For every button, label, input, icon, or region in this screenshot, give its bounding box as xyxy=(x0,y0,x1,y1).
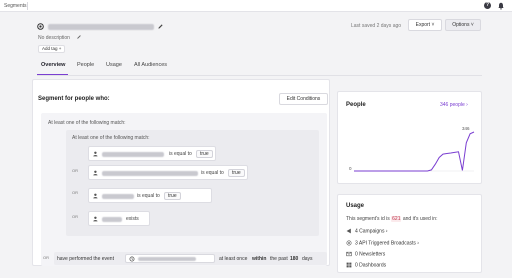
rule-value: true xyxy=(228,169,245,177)
segment-icon xyxy=(37,23,44,30)
tab-overview[interactable]: Overview xyxy=(41,62,65,68)
segment-id-suffix: and it's used in: xyxy=(402,216,438,222)
or-label: OR xyxy=(72,190,78,195)
usage-item-label: 0 Dashboards xyxy=(355,262,387,269)
condition-rule[interactable]: is equal to true xyxy=(88,188,212,203)
chart-end-label: 346 xyxy=(462,126,470,131)
chart-start-label: 0 xyxy=(349,166,352,171)
or-label: OR xyxy=(43,255,49,260)
usage-card: Usage This segment's id is 621 and it's … xyxy=(337,194,482,273)
rule-operator: is equal to xyxy=(137,193,160,199)
usage-broadcasts-link[interactable]: 3 API Triggered Broadcasts › xyxy=(346,240,419,246)
usage-title: Usage xyxy=(346,203,365,209)
people-line-chart: 0 346 xyxy=(349,126,475,172)
rule-value: true xyxy=(196,150,213,158)
segment-id-text: This segment's id is 621 and it's used i… xyxy=(346,216,437,222)
person-attribute-icon xyxy=(93,216,99,222)
tab-all-audiences[interactable]: All Audiences xyxy=(134,62,167,68)
broadcast-icon xyxy=(346,240,352,246)
event-name-field xyxy=(125,254,215,263)
event-frequency: at least once xyxy=(219,256,248,262)
tabs-divider xyxy=(37,75,482,76)
segment-description: No description xyxy=(38,35,70,41)
description-pencil-icon[interactable] xyxy=(76,34,82,40)
options-button[interactable]: Options ˅ xyxy=(445,19,481,31)
tab-usage[interactable]: Usage xyxy=(106,62,122,68)
add-tag-button[interactable]: Add tag + xyxy=(38,45,66,53)
person-attribute-icon xyxy=(93,151,99,157)
people-card: People 346 people › 0 346 xyxy=(337,91,482,184)
event-prefix: have performed the event xyxy=(57,256,114,262)
newsletter-icon xyxy=(346,251,352,257)
active-tab-indicator xyxy=(37,74,68,75)
segment-id-prefix: This segment's id is xyxy=(346,216,390,222)
usage-item-label: 3 API Triggered Broadcasts xyxy=(355,240,416,247)
bell-icon[interactable] xyxy=(497,2,505,10)
help-icon[interactable]: ? xyxy=(484,2,492,10)
usage-item-label: 0 Newsletters xyxy=(355,251,386,258)
attribute-name-redacted xyxy=(102,171,198,176)
usage-dashboards: 0 Dashboards xyxy=(346,262,386,268)
event-days-unit: days xyxy=(302,256,313,262)
usage-item-label: 4 Campaigns xyxy=(355,228,385,235)
segment-heading: Segment for people who: xyxy=(38,96,110,102)
condition-rule[interactable]: is equal to true xyxy=(88,165,248,180)
breadcrumb[interactable]: Segments xyxy=(4,3,27,9)
chevron-right-icon: › xyxy=(417,240,419,247)
export-button[interactable]: Export ˅ xyxy=(408,19,442,31)
condition-rule[interactable]: exists xyxy=(88,211,150,226)
last-saved-text: Last saved 2 days ago xyxy=(351,23,402,29)
segment-page: No description Add tag + Last saved 2 da… xyxy=(0,12,512,278)
event-icon xyxy=(129,256,135,264)
segment-name-redacted xyxy=(48,24,154,30)
campaign-icon xyxy=(346,228,352,234)
outer-match-label: At least one of the following match: xyxy=(48,120,126,126)
breadcrumb-divider xyxy=(27,2,28,10)
event-name-redacted xyxy=(138,257,196,261)
or-label: OR xyxy=(72,168,78,173)
usage-newsletters: 0 Newsletters xyxy=(346,251,385,257)
event-within: within xyxy=(252,256,267,262)
chart-series-line xyxy=(354,131,475,172)
event-the-past: the past xyxy=(270,256,288,262)
usage-campaigns-link[interactable]: 4 Campaigns › xyxy=(346,228,388,234)
segment-conditions-card: Segment for people who: Edit Conditions … xyxy=(32,79,330,266)
or-label: OR xyxy=(72,214,78,219)
event-days-value: 180 xyxy=(290,256,299,262)
outer-condition-group: At least one of the following match: At … xyxy=(41,113,327,266)
dashboard-icon xyxy=(346,262,352,268)
pencil-icon[interactable] xyxy=(157,23,164,30)
tab-people[interactable]: People xyxy=(77,62,94,68)
chevron-right-icon: › xyxy=(385,228,388,235)
inner-match-label: At least one of the following match: xyxy=(72,135,150,141)
attribute-name-redacted xyxy=(102,152,164,157)
person-attribute-icon xyxy=(93,170,99,176)
inner-condition-group: At least one of the following match: is … xyxy=(66,130,319,236)
rule-operator: exists xyxy=(126,216,139,222)
edit-conditions-button[interactable]: Edit Conditions xyxy=(279,93,328,105)
rule-operator: is equal to xyxy=(169,151,192,157)
attribute-name-redacted xyxy=(102,217,122,222)
rule-operator: is equal to xyxy=(201,170,224,176)
rule-value: true xyxy=(164,192,181,200)
person-attribute-icon xyxy=(93,193,99,199)
attribute-name-redacted xyxy=(102,194,134,199)
top-bar: Segments ? xyxy=(0,0,512,12)
condition-rule[interactable]: is equal to true xyxy=(88,146,216,161)
segment-id-value: 621 xyxy=(391,216,402,222)
event-condition[interactable]: have performed the event at least once w… xyxy=(54,252,327,265)
